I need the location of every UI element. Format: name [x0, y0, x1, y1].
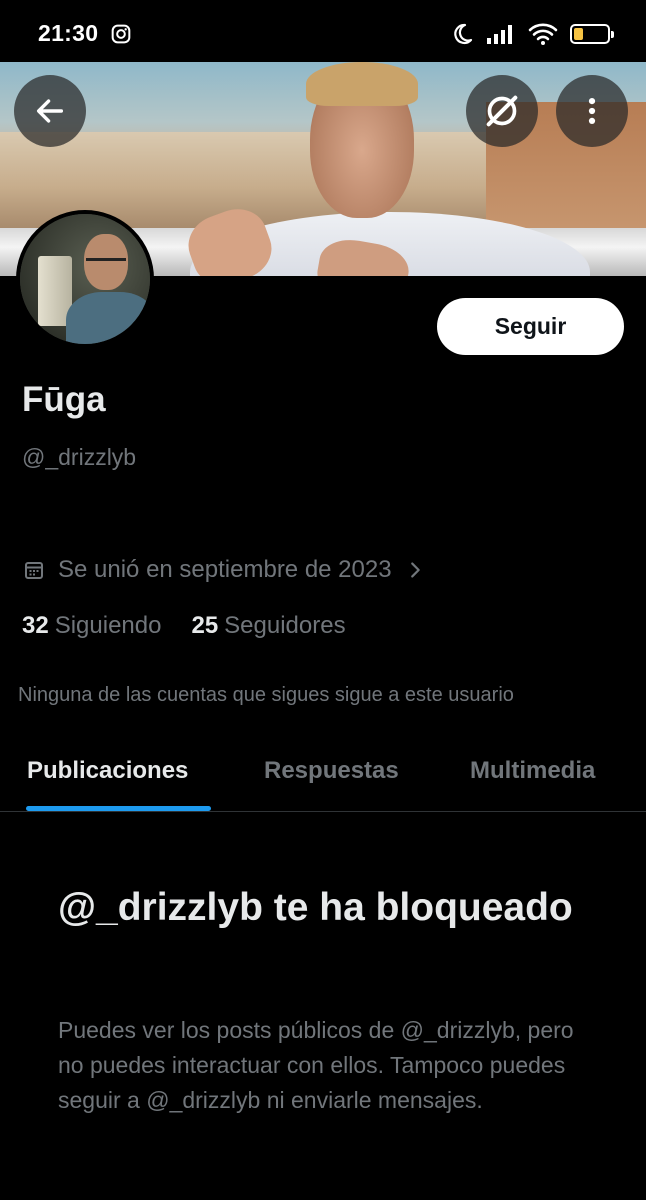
tab-multimedia[interactable]: Multimedia	[470, 757, 595, 785]
follow-button[interactable]: Seguir	[437, 298, 624, 355]
moon-icon	[454, 23, 473, 45]
back-button[interactable]	[14, 75, 86, 147]
tab-respuestas[interactable]: Respuestas	[264, 757, 399, 785]
followers-count: 25	[191, 612, 219, 639]
banner-figure-hair	[306, 62, 418, 106]
battery-level: 36	[582, 26, 598, 42]
profile-tabs: Publicaciones Respuestas Multimedia	[0, 740, 646, 812]
status-icons: 36	[450, 20, 614, 48]
instagram-icon	[111, 24, 131, 44]
blocked-description: Puedes ver los posts públicos de @_drizz…	[58, 1017, 574, 1113]
grok-icon	[486, 95, 518, 127]
grok-button[interactable]	[466, 75, 538, 147]
chevron-right-icon	[410, 562, 420, 578]
display-name: Fūga	[22, 380, 106, 419]
more-vertical-icon	[588, 97, 596, 125]
following-count: 32	[22, 612, 49, 639]
tab-publicaciones[interactable]: Publicaciones	[27, 757, 188, 785]
more-button[interactable]	[556, 75, 628, 147]
status-bar: 21:30 36	[0, 0, 646, 62]
avatar-shirt	[66, 292, 150, 344]
signal-icon	[487, 25, 512, 44]
followers-you-know-note: Ninguna de las cuentas que sigues sigue …	[18, 684, 514, 706]
avatar-glasses	[86, 258, 126, 266]
profile-handle: @_drizzlyb	[22, 444, 137, 470]
avatar[interactable]	[16, 210, 154, 348]
joined-date[interactable]: Se unió en septiembre de 2023	[22, 555, 426, 585]
wifi-icon	[528, 23, 558, 45]
joined-text: Se unió en septiembre de 2023	[58, 556, 392, 583]
followers-link[interactable]: 25 Seguidores	[191, 612, 345, 640]
blocked-title: @_drizzlyb te ha bloqueado	[58, 886, 573, 929]
arrow-left-icon	[36, 99, 64, 123]
active-tab-indicator	[26, 806, 211, 811]
following-link[interactable]: 32 Siguiendo	[22, 612, 161, 640]
battery-fill	[574, 28, 583, 40]
calendar-icon	[25, 562, 43, 579]
following-label: Siguiendo	[54, 612, 162, 639]
battery-icon: 36	[570, 24, 614, 44]
profile-stats: 32 Siguiendo 25 Seguidores	[22, 612, 346, 640]
followers-label: Seguidores	[224, 612, 346, 639]
status-time: 21:30	[38, 20, 99, 46]
